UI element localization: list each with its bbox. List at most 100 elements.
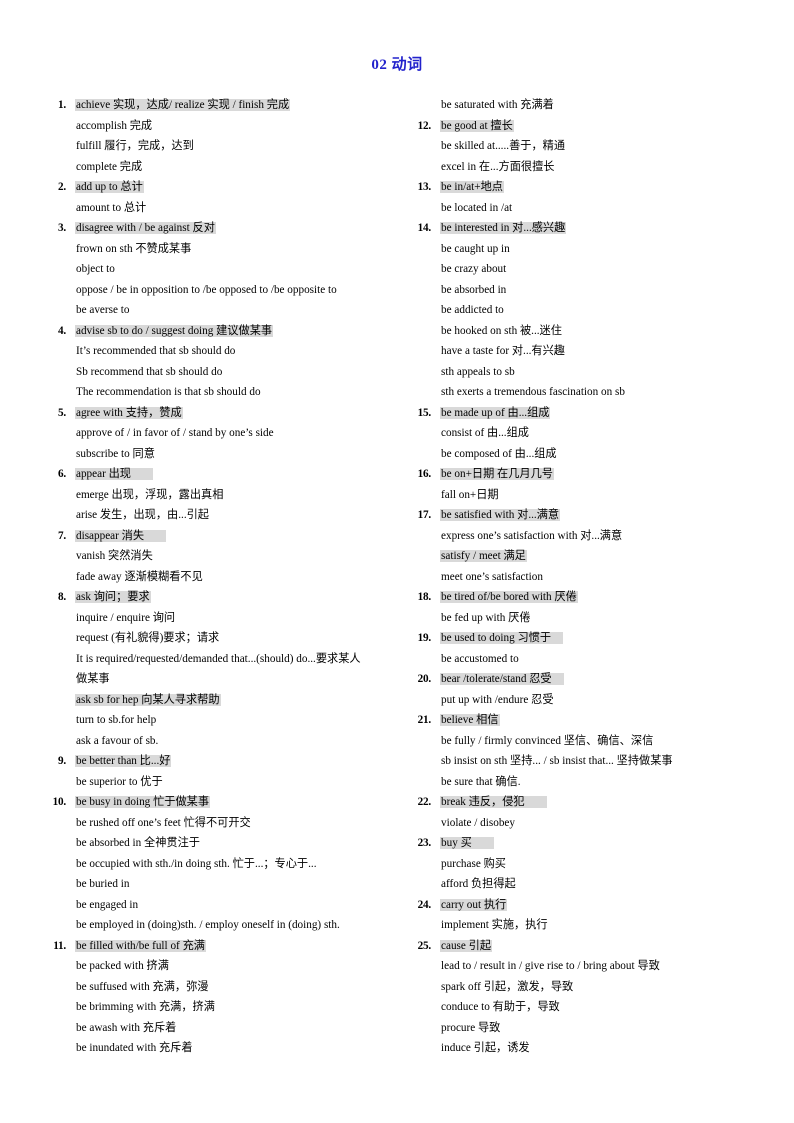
vocab-text: be filled with/be full of 充满 [75,939,206,952]
vocab-synonym-line: be packed with 挤满 [40,956,400,977]
vocab-text: approve of / in favor of / stand by one’… [76,427,274,439]
vocab-synonym-line: Sb recommend that sb should do [40,362,400,383]
vocab-synonym-line: be caught up in [405,239,768,260]
vocab-synonym-line: be averse to [40,300,400,321]
vocab-text: be addicted to [441,304,504,316]
vocab-text: be on+日期 在几月几号 [440,468,554,480]
vocab-text: arise 发生，出现，由...引起 [76,509,209,521]
vocab-text: be satisfied with 对...满意 [440,509,561,521]
vocab-entry: 18. be tired of/be bored with 厌倦 be fed up… [405,587,768,628]
entry-number: 23. [417,837,432,849]
vocab-text: have a taste for 对...有兴趣 [441,345,565,357]
vocab-synonym-line: be brimming with 充满，挤满 [40,997,400,1018]
vocab-text: It is required/requested/demanded that..… [76,652,361,665]
vocab-synonym-line: be employed in (doing)sth. / employ ones… [40,915,400,936]
entry-number: 24. [417,898,432,911]
vocab-synonym-line: violate / disobey [405,813,768,834]
vocab-headword-line: 18. be tired of/be bored with 厌倦 [405,587,768,608]
vocab-synonym-line: sth appeals to sb [405,362,768,383]
vocab-text: oppose / be in opposition to /be opposed… [76,283,337,296]
vocab-headword-line: 5. agree with 支持，赞成 [40,403,400,424]
vocab-synonym-line: sb insist on sth 坚持... / sb insist that.… [405,751,768,772]
vocab-text: disappear 消失 [75,529,167,542]
vocab-synonym-line: fall on+日期 [405,485,768,506]
vocab-text: be superior to 优于 [76,775,163,788]
vocab-entry: 21. believe 相信 be fully / firmly convinced… [405,710,768,792]
vocab-headword-line: 16. be on+日期 在几月几号 [405,464,768,485]
vocab-entry: 14. be interested in 对...感兴趣 be caught up … [405,218,768,403]
vocab-text: subscribe to 同意 [76,447,155,460]
vocab-text: It’s recommended that sb should do [76,345,236,357]
vocab-entry: 24. carry out 执行 implement 实施，执行 [405,895,768,936]
entry-number: 19. [417,632,432,644]
vocab-text: satisfy / meet 满足 [440,550,527,562]
vocab-synonym-line: induce 引起，诱发 [405,1038,768,1059]
vocab-synonym-line: be fully / firmly convinced 坚信、确信、深信 [405,731,768,752]
vocab-text: achieve 实现，达成/ realize 实现 / finish 完成 [75,99,291,111]
vocab-text: be made up of 由...组成 [440,406,551,419]
vocab-synonym-line: afford 负担得起 [405,874,768,895]
vocab-entry: 10. be busy in doing 忙于做某事 be rushed off o… [40,792,400,936]
vocab-synonym-line: oppose / be in opposition to /be opposed… [40,280,400,301]
vocab-synonym-line: ask a favour of sb. [40,731,400,752]
vocab-synonym-line: be fed up with 厌倦 [405,608,768,629]
entry-number: 21. [417,714,432,726]
vocab-text: emerge 出现，浮现，露出真相 [76,488,224,501]
vocab-text: vanish 突然消失 [76,550,153,562]
vocab-synonym-line: be sure that 确信. [405,772,768,793]
vocab-synonym-line: complete 完成 [40,157,400,178]
vocab-headword-line: 17. be satisfied with 对...满意 [405,505,768,526]
vocab-text: appear 出现 [75,468,153,480]
vocab-synonym-line: emerge 出现，浮现，露出真相 [40,485,400,506]
vocab-headword-line: ask sb for hep 向某人寻求帮助 [40,690,400,711]
vocab-headword-line: 22. break 违反，侵犯 [405,792,768,813]
vocab-text: ask 询问；要求 [75,591,151,603]
vocab-text: be employed in (doing)sth. / employ ones… [76,919,340,931]
vocab-text: agree with 支持，赞成 [75,406,183,419]
vocab-synonym-line: amount to 总计 [40,198,400,219]
vocab-text: be occupied with sth./in doing sth. 忙于..… [76,857,317,870]
vocab-text: excel in 在...方面很擅长 [441,160,555,173]
vocab-entry: 5. agree with 支持，赞成 approve of / in favor … [40,403,400,465]
vocab-synonym-line: be occupied with sth./in doing sth. 忙于..… [40,854,400,875]
entry-number: 7. [58,529,66,542]
entry-number: 8. [58,591,66,603]
vocab-text: put up with /endure 忍受 [441,693,554,706]
vocab-synonym-line: implement 实施，执行 [405,915,768,936]
vocab-entry: 8. ask 询问；要求 inquire / enquire 询问 request (… [40,587,400,751]
vocab-synonym-line: subscribe to 同意 [40,444,400,465]
vocab-entry: 22. break 违反，侵犯 violate / disobey [405,792,768,833]
vocab-text: be fully / firmly convinced 坚信、确信、深信 [441,734,654,747]
vocab-synonym-line: purchase 购买 [405,854,768,875]
vocab-headword-line: 6. appear 出现 [40,464,400,485]
entry-number: 17. [417,509,432,521]
vocab-synonym-line: turn to sb.for help [40,710,400,731]
entry-number: 20. [417,673,432,685]
vocab-synonym-line: procure 导致 [405,1018,768,1039]
vocab-text: carry out 执行 [440,898,508,911]
vocab-text: meet one’s satisfaction [441,570,543,583]
vocab-headword-line: 3. disagree with / be against 反对 [40,218,400,239]
vocab-headword-line: 23. buy 买 [405,833,768,854]
vocab-synonym-line: be accustomed to [405,649,768,670]
vocab-text: believe 相信 [440,714,500,726]
vocab-text: disagree with / be against 反对 [75,222,216,234]
vocab-text: be tired of/be bored with 厌倦 [440,591,578,603]
vocab-synonym-line: It’s recommended that sb should do [40,341,400,362]
entry-number: 9. [58,755,66,767]
entry-number: 25. [417,939,432,952]
vocab-synonym-line: be rushed off one’s feet 忙得不可开交 [40,813,400,834]
vocab-text: be averse to [76,304,130,316]
entry-number: 10. [52,796,67,808]
vocab-text: be used to doing 习惯于 [440,632,564,644]
vocab-headword-line: 14. be interested in 对...感兴趣 [405,218,768,239]
vocab-text: conduce to 有助于，导致 [441,1001,560,1013]
vocab-synonym-line: be absorbed in [405,280,768,301]
vocab-text: be hooked on sth 被...迷住 [441,324,562,337]
vocab-headword-line: 7. disappear 消失 [40,526,400,547]
vocab-synonym-line: inquire / enquire 询问 [40,608,400,629]
vocab-synonym-line: 做某事 [40,669,400,690]
entry-number: 16. [417,468,432,480]
vocab-synonym-line: be located in /at [405,198,768,219]
vocab-text: accomplish 完成 [76,119,153,132]
